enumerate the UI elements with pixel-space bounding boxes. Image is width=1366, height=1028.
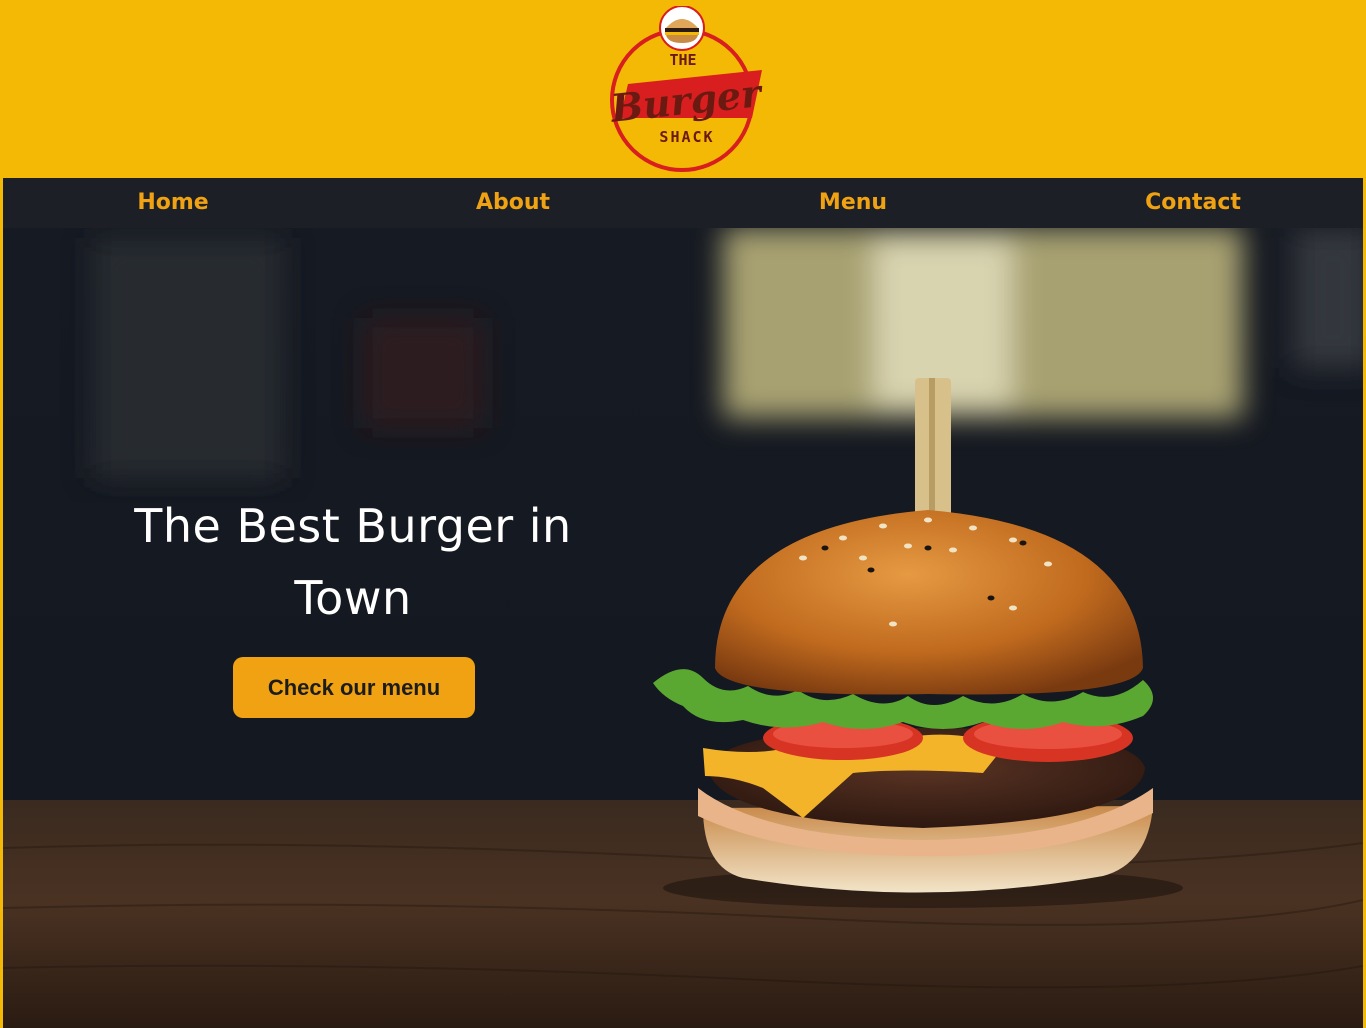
logo-the-text: THE	[669, 51, 696, 69]
nav-link-menu[interactable]: Menu	[819, 178, 887, 228]
site-header: THE Burger SHACK	[0, 0, 1366, 178]
main-nav: Home About Menu Contact	[3, 178, 1363, 228]
burger-shack-logo[interactable]: THE Burger SHACK	[592, 6, 772, 174]
logo-shack-text: SHACK	[659, 128, 714, 146]
hero-headline: The Best Burger in Town	[123, 490, 583, 634]
page: THE Burger SHACK Home About Menu Contact	[0, 0, 1366, 1028]
hero-title: The Best Burger in Town	[123, 490, 583, 634]
nav-link-contact[interactable]: Contact	[1145, 178, 1241, 228]
logo-graphic: THE Burger SHACK	[608, 6, 766, 172]
hero-section: The Best Burger in Town Check our menu	[3, 228, 1363, 1028]
hero-title-line-1: The Best Burger in	[134, 499, 572, 553]
check-menu-button[interactable]: Check our menu	[233, 657, 475, 718]
nav-link-about[interactable]: About	[476, 178, 550, 228]
nav-link-home[interactable]: Home	[137, 178, 208, 228]
burger-icon	[659, 6, 705, 51]
hero-title-line-2: Town	[294, 571, 412, 625]
